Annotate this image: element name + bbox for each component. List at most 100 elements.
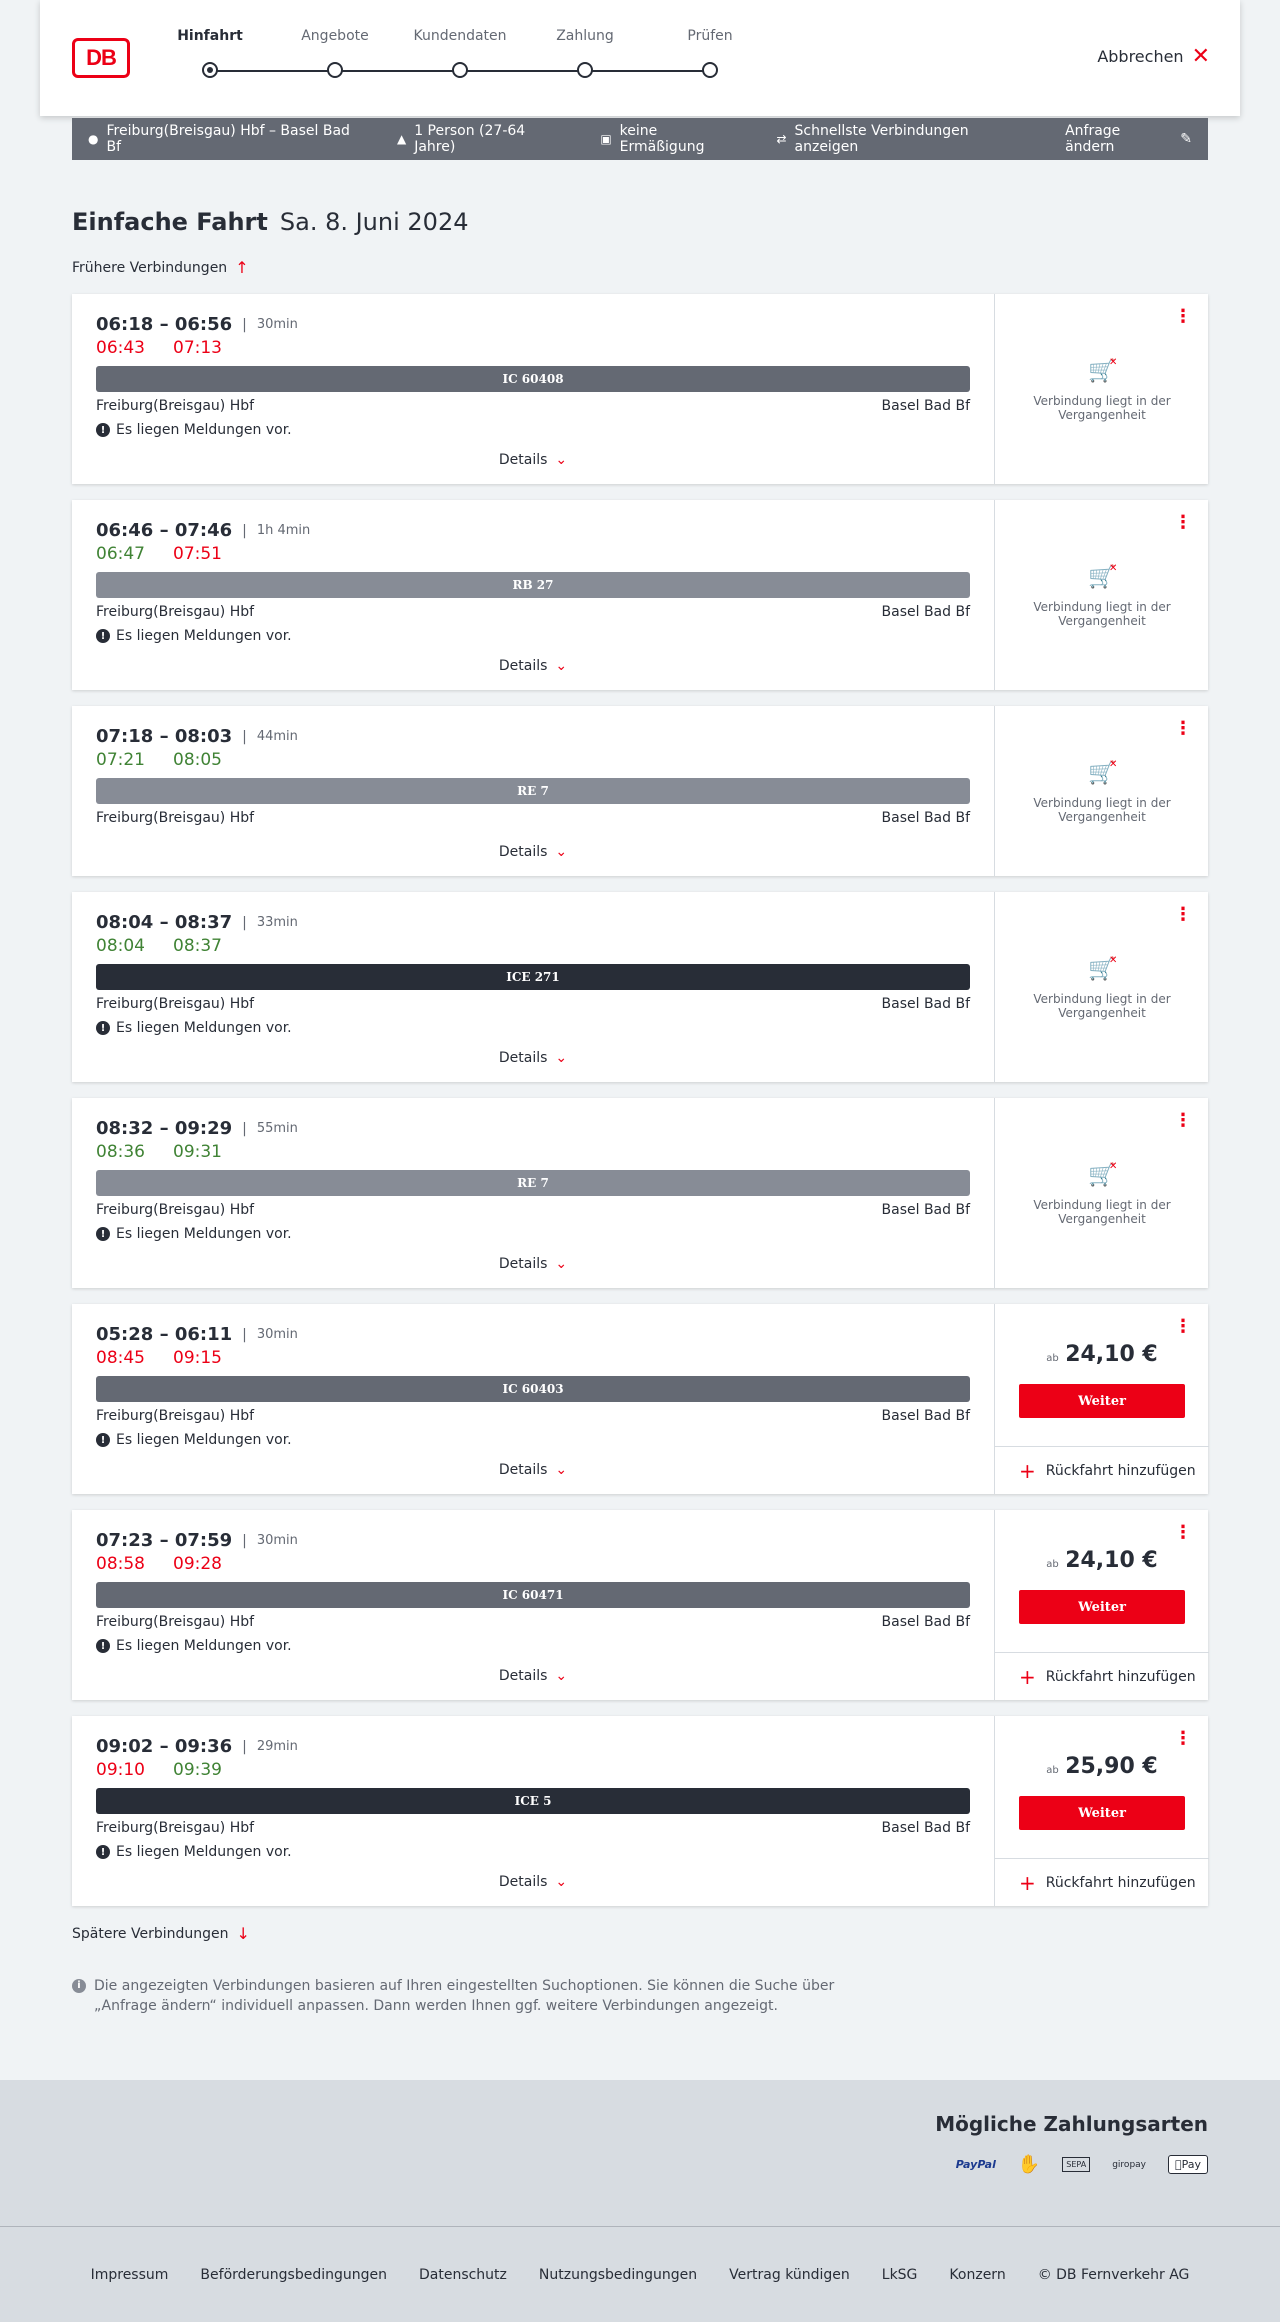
scheduled-times: 05:28 – 06:11 | 30min: [96, 1324, 298, 1345]
connection-card[interactable]: 08:04 – 08:37 | 33min 08:04 08:37 ICE 27…: [72, 892, 1208, 1082]
connection-card[interactable]: 07:18 – 08:03 | 44min 07:21 08:05 RE 7 F…: [72, 706, 1208, 876]
booking-panel: ⋮ 🛒 ✕ Verbindung liegt in der Vergangenhe…: [994, 892, 1208, 1082]
more-options-icon[interactable]: ⋮: [1174, 1730, 1192, 1748]
past-connection-notice: 🛒 ✕ Verbindung liegt in der Vergangenheit: [995, 563, 1209, 628]
train-bar[interactable]: ICE 271: [96, 964, 970, 990]
separator: |: [242, 1326, 247, 1343]
sepa-icon: SEPA: [1062, 2157, 1091, 2172]
details-label: Details: [498, 1462, 548, 1478]
realtime-arrival: 09:28: [173, 1554, 222, 1574]
swap-arrows-icon: ⇄: [776, 132, 787, 146]
connection-info: 09:02 – 09:36 | 29min 09:10 09:39 ICE 5 …: [96, 1716, 970, 1906]
footer-link[interactable]: LkSG: [882, 2267, 918, 2283]
train-bar[interactable]: RE 7: [96, 1170, 970, 1196]
connection-card[interactable]: 07:23 – 07:59 | 30min 08:58 09:28 IC 604…: [72, 1510, 1209, 1700]
duration: 29min: [256, 1739, 298, 1754]
change-request-button[interactable]: Anfrage ändern ✎: [1065, 123, 1192, 155]
cancel-button[interactable]: Abbrechen ✕: [1097, 45, 1210, 67]
price-value: 24,10 €: [1065, 1548, 1158, 1573]
connection-card[interactable]: 09:02 – 09:36 | 29min 09:10 09:39 ICE 5 …: [72, 1716, 1209, 1906]
train-bar[interactable]: RB 27: [96, 572, 970, 598]
message-text: Es liegen Meldungen vor.: [116, 1638, 292, 1654]
realtime-times: 08:04 08:37: [96, 936, 222, 956]
step-zahlung: Zahlung: [525, 28, 645, 78]
footer-links: Impressum Beförderungsbedingungen Datensch…: [0, 2226, 1280, 2322]
continue-button[interactable]: Weiter: [1019, 1796, 1185, 1830]
realtime-arrival: 08:05: [173, 750, 222, 770]
arrow-up-icon: ↑: [235, 258, 249, 277]
more-options-icon[interactable]: ⋮: [1174, 906, 1192, 924]
realtime-arrival: 09:15: [173, 1348, 222, 1368]
details-toggle[interactable]: Details ⌄: [96, 1874, 970, 1890]
db-logo[interactable]: DB: [72, 38, 130, 78]
alert-icon: !: [96, 1021, 110, 1035]
cart-unavailable-icon: 🛒 ✕: [1088, 357, 1118, 384]
details-toggle[interactable]: Details ⌄: [96, 844, 970, 860]
add-return-trip-button[interactable]: + Rückfahrt hinzufügen: [995, 1446, 1209, 1494]
cancel-label: Abbrechen: [1097, 47, 1184, 66]
connection-card[interactable]: 05:28 – 06:11 | 30min 08:45 09:15 IC 604…: [72, 1304, 1209, 1494]
details-toggle[interactable]: Details ⌄: [96, 452, 970, 468]
more-options-icon[interactable]: ⋮: [1174, 1318, 1192, 1336]
footer-link[interactable]: Nutzungsbedingungen: [539, 2267, 697, 2283]
arrival-station: Basel Bad Bf: [881, 604, 970, 620]
booking-panel: ⋮ 🛒 ✕ Verbindung liegt in der Vergangenhe…: [994, 706, 1208, 876]
footer-link[interactable]: Beförderungsbedingungen: [200, 2267, 387, 2283]
train-bar[interactable]: RE 7: [96, 778, 970, 804]
connection-card[interactable]: 06:46 – 07:46 | 1h 4min 06:47 07:51 RB 2…: [72, 500, 1208, 690]
step-angebote: Angebote: [275, 28, 395, 78]
footer-link[interactable]: Impressum: [91, 2267, 169, 2283]
booking-panel: ⋮ 🛒 ✕ Verbindung liegt in der Vergangenhe…: [994, 500, 1208, 690]
more-options-icon[interactable]: ⋮: [1174, 720, 1192, 738]
scheduled-time-range: 08:32 – 09:29: [96, 1118, 233, 1139]
connection-info: 06:46 – 07:46 | 1h 4min 06:47 07:51 RB 2…: [96, 500, 970, 690]
details-toggle[interactable]: Details ⌄: [96, 1256, 970, 1272]
add-return-label: Rückfahrt hinzufügen: [1045, 1462, 1196, 1479]
step-kundendaten: Kundendaten: [400, 28, 520, 78]
footer-link[interactable]: Konzern: [949, 2267, 1005, 2283]
plus-icon: +: [1019, 1664, 1036, 1689]
stations: Freiburg(Breisgau) Hbf Basel Bad Bf: [96, 1408, 970, 1424]
connection-info: 07:23 – 07:59 | 30min 08:58 09:28 IC 604…: [96, 1510, 970, 1700]
connection-card[interactable]: 08:32 – 09:29 | 55min 08:36 09:31 RE 7 F…: [72, 1098, 1208, 1288]
realtime-departure: 08:36: [96, 1142, 145, 1162]
cart-unavailable-icon: 🛒 ✕: [1088, 563, 1118, 590]
train-bar[interactable]: IC 60403: [96, 1376, 970, 1402]
details-toggle[interactable]: Details ⌄: [96, 658, 970, 674]
train-bar[interactable]: ICE 5: [96, 1788, 970, 1814]
more-options-icon[interactable]: ⋮: [1174, 308, 1192, 326]
paypal-icon: PayPal: [955, 2158, 996, 2171]
continue-button[interactable]: Weiter: [1019, 1384, 1185, 1418]
details-toggle[interactable]: Details ⌄: [96, 1668, 970, 1684]
message-notice: ! Es liegen Meldungen vor.: [96, 628, 292, 644]
duration: 55min: [256, 1121, 298, 1136]
earlier-connections-link[interactable]: Frühere Verbindungen ↑: [72, 258, 249, 277]
past-connection-notice: 🛒 ✕ Verbindung liegt in der Vergangenheit: [995, 759, 1209, 824]
more-options-icon[interactable]: ⋮: [1174, 1524, 1192, 1542]
fastest-summary: ⇄ Schnellste Verbindungen anzeigen: [776, 123, 1033, 155]
message-notice: ! Es liegen Meldungen vor.: [96, 1226, 292, 1242]
connection-card[interactable]: 06:18 – 06:56 | 30min 06:43 07:13 IC 604…: [72, 294, 1208, 484]
progress-steps: Hinfahrt Angebote Kundendaten Zahlung Pr…: [177, 28, 733, 88]
realtime-times: 08:36 09:31: [96, 1142, 222, 1162]
details-toggle[interactable]: Details ⌄: [96, 1462, 970, 1478]
add-return-trip-button[interactable]: + Rückfahrt hinzufügen: [995, 1858, 1209, 1906]
price: ab 24,10 €: [995, 1548, 1209, 1573]
chevron-down-icon: ⌄: [555, 1256, 568, 1272]
connection-info: 07:18 – 08:03 | 44min 07:21 08:05 RE 7 F…: [96, 706, 970, 876]
alert-icon: !: [96, 1639, 110, 1653]
train-bar[interactable]: IC 60471: [96, 1582, 970, 1608]
later-connections-link[interactable]: Spätere Verbindungen ↓: [72, 1924, 250, 1943]
more-options-icon[interactable]: ⋮: [1174, 514, 1192, 532]
details-toggle[interactable]: Details ⌄: [96, 1050, 970, 1066]
footer-link[interactable]: Datenschutz: [419, 2267, 507, 2283]
separator: |: [242, 316, 247, 333]
footer-link[interactable]: © DB Fernverkehr AG: [1038, 2267, 1190, 2283]
passenger-summary: ▲ 1 Person (27-64 Jahre): [397, 123, 568, 155]
footer-link[interactable]: Vertrag kündigen: [729, 2267, 850, 2283]
duration: 1h 4min: [256, 523, 311, 538]
add-return-trip-button[interactable]: + Rückfahrt hinzufügen: [995, 1652, 1209, 1700]
train-bar[interactable]: IC 60408: [96, 366, 970, 392]
continue-button[interactable]: Weiter: [1019, 1590, 1185, 1624]
more-options-icon[interactable]: ⋮: [1174, 1112, 1192, 1130]
